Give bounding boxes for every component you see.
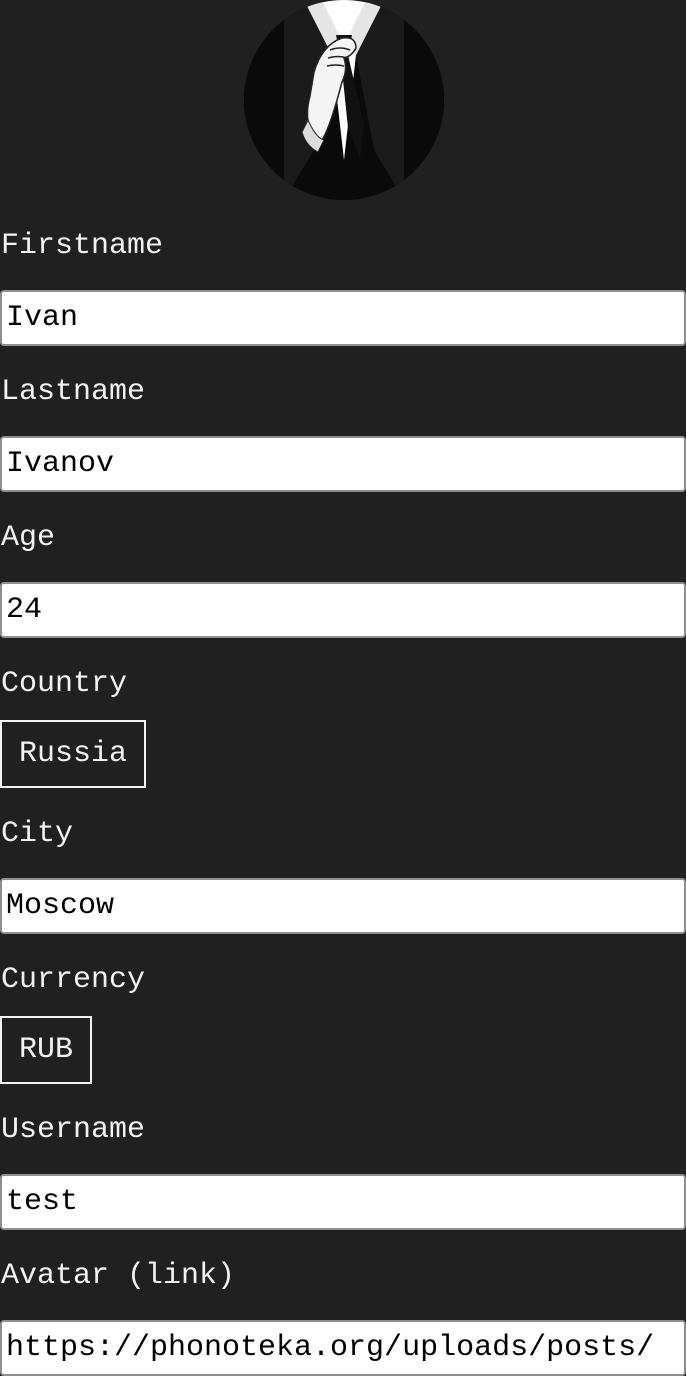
currency-select[interactable]: RUB [0, 1016, 93, 1084]
anonymous-suit-avatar-icon [244, 0, 444, 200]
age-input[interactable] [0, 582, 686, 638]
firstname-input[interactable] [0, 290, 686, 346]
avatar-link-input[interactable] [0, 1320, 686, 1376]
username-input[interactable] [0, 1174, 686, 1230]
lastname-input[interactable] [0, 436, 686, 492]
city-label: City [1, 817, 74, 851]
firstname-label: Firstname [1, 229, 164, 263]
currency-label: Currency [1, 963, 146, 997]
city-input[interactable] [0, 878, 686, 934]
lastname-label: Lastname [1, 375, 146, 409]
username-label: Username [1, 1113, 146, 1147]
country-select[interactable]: Russia [0, 720, 147, 788]
avatar-link-label: Avatar (link) [1, 1259, 236, 1293]
age-label: Age [1, 521, 56, 555]
country-label: Country [1, 667, 128, 701]
profile-avatar [244, 0, 444, 200]
